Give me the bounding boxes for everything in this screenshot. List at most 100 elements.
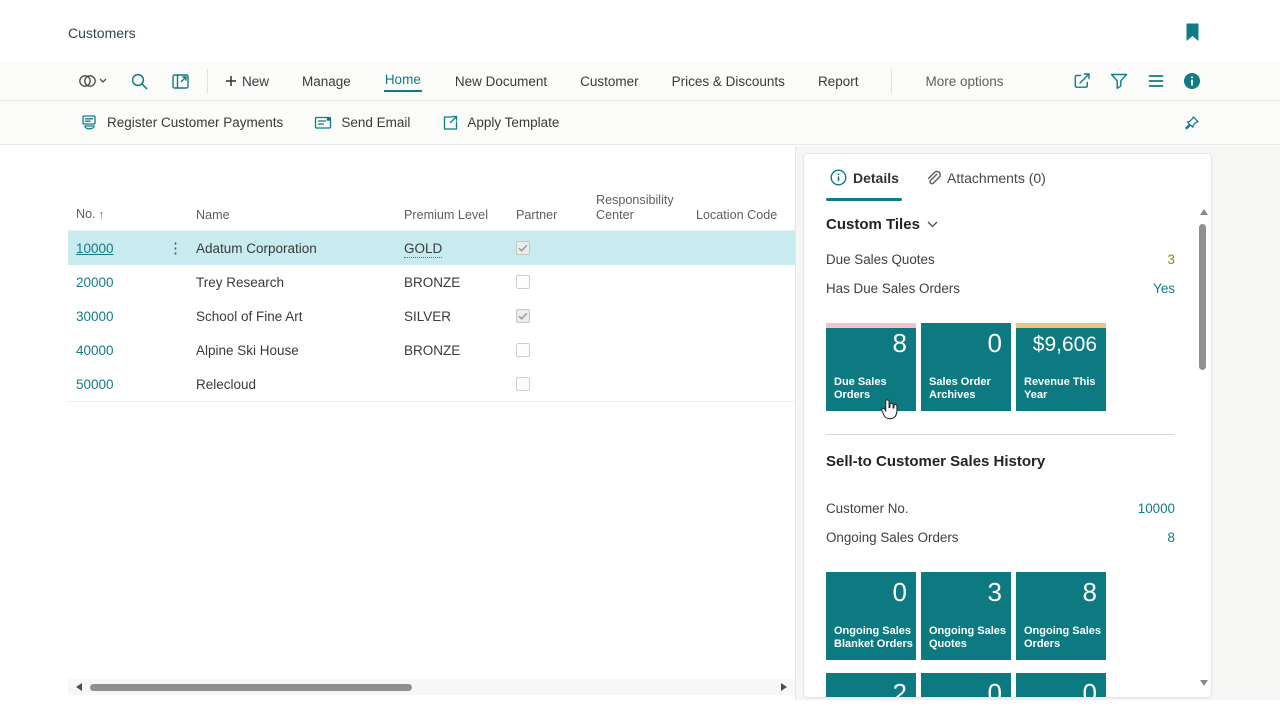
info-icon[interactable]	[1183, 72, 1201, 90]
section-divider	[826, 434, 1175, 435]
search-icon[interactable]	[130, 72, 149, 91]
cue-tile-group-partial: 2 0 0	[826, 673, 1106, 698]
cue-tile-ongoing-sales-orders[interactable]: 8 Ongoing Sales Orders	[1016, 572, 1106, 660]
filter-icon[interactable]	[1109, 71, 1129, 91]
partner-checkbox[interactable]	[516, 309, 530, 323]
tab-attachments[interactable]: Attachments (0)	[947, 170, 1046, 186]
factbox-scroll-up-arrow[interactable]	[1200, 209, 1208, 215]
list-factbox-divider	[795, 146, 796, 700]
active-tab-indicator	[826, 198, 902, 201]
customer-no-link[interactable]: 50000	[76, 377, 114, 392]
cue-tile[interactable]: 2	[826, 673, 916, 698]
toolbar-divider	[207, 69, 208, 93]
premium-level-cell: SILVER	[404, 309, 508, 324]
toolbar-divider	[891, 69, 892, 93]
menu-manage[interactable]: Manage	[302, 74, 351, 89]
send-email-button[interactable]: Send Email	[313, 113, 410, 132]
bottom-bar	[0, 700, 1280, 720]
customer-no-link[interactable]: 30000	[76, 309, 114, 324]
menu-new[interactable]: New	[225, 74, 269, 89]
focus-mode-icon[interactable]	[171, 72, 190, 91]
ongoing-sales-orders-value[interactable]: 8	[1168, 530, 1175, 545]
cue-tile-ongoing-blanket-orders[interactable]: 0 Ongoing Sales Blanket Orders	[826, 572, 916, 660]
row-options-icon[interactable]: ⋮	[168, 241, 196, 256]
details-info-icon	[830, 169, 847, 186]
table-row[interactable]: 40000 Alpine Ski House BRONZE	[68, 333, 795, 368]
customer-name-cell: Adatum Corporation	[196, 241, 404, 256]
column-header-responsibility-center[interactable]: Responsibility Center	[588, 193, 688, 222]
has-due-sales-orders-value[interactable]: Yes	[1153, 281, 1175, 296]
business-central-window: Customers	[0, 0, 1280, 720]
due-sales-quotes-value[interactable]: 3	[1168, 252, 1175, 267]
premium-level-cell: BRONZE	[404, 343, 508, 358]
customer-name-cell: School of Fine Art	[196, 309, 404, 324]
column-header-no[interactable]: No.↑	[68, 207, 168, 222]
column-header-location-code[interactable]: Location Code	[688, 208, 795, 222]
cue-tile[interactable]: 0	[1016, 673, 1106, 698]
column-header-premium-level[interactable]: Premium Level	[404, 208, 508, 222]
partner-checkbox[interactable]	[516, 275, 530, 289]
sort-ascending-icon: ↑	[99, 209, 105, 221]
share-icon[interactable]	[1072, 71, 1092, 91]
factbox-scrollbar-thumb[interactable]	[1199, 224, 1206, 370]
list-view-icon[interactable]	[1146, 71, 1166, 91]
premium-level-cell: BRONZE	[404, 275, 508, 290]
list-header-row: No.↑ Name Premium Level Partner Responsi…	[68, 185, 795, 231]
menu-new-document[interactable]: New Document	[455, 74, 547, 89]
factbox-scroll-down-arrow[interactable]	[1200, 680, 1208, 686]
column-header-name[interactable]: Name	[196, 208, 404, 222]
premium-level-cell[interactable]: GOLD	[404, 241, 442, 258]
customer-name-cell: Relecloud	[196, 377, 404, 392]
factbox-panel: Details Attachments (0) Custom Tiles Due…	[803, 153, 1212, 698]
partner-checkbox[interactable]	[516, 343, 530, 357]
column-header-partner[interactable]: Partner	[508, 208, 588, 222]
payments-icon	[80, 113, 99, 132]
apply-template-icon	[440, 113, 459, 132]
cue-tile-sales-order-archives[interactable]: 0 Sales Order Archives	[921, 323, 1011, 411]
horizontal-scrollbar-thumb[interactable]	[90, 684, 412, 691]
menu-home[interactable]: Home	[384, 70, 422, 92]
action-menu: New Manage Home New Document Customer Pr…	[225, 69, 1004, 93]
plus-icon	[225, 75, 237, 87]
cue-tile[interactable]: 0	[921, 673, 1011, 698]
menu-report[interactable]: Report	[818, 74, 859, 89]
apply-template-button[interactable]: Apply Template	[440, 113, 559, 132]
bookmark-icon[interactable]	[1185, 23, 1200, 42]
section-header-sales-history[interactable]: Sell-to Customer Sales History	[826, 453, 1045, 470]
table-row[interactable]: 20000 Trey Research BRONZE	[68, 265, 795, 300]
toolbar-icon-cluster	[78, 72, 190, 91]
scroll-right-arrow[interactable]	[781, 683, 787, 691]
partner-checkbox[interactable]	[516, 241, 530, 255]
field-row: Due Sales Quotes 3	[826, 252, 1175, 267]
chevron-down-icon	[927, 221, 938, 228]
customer-no-link[interactable]: 10000	[76, 241, 114, 256]
pin-icon[interactable]	[1182, 115, 1200, 133]
cue-tile-ongoing-sales-quotes[interactable]: 3 Ongoing Sales Quotes	[921, 572, 1011, 660]
cue-tile-due-sales-orders[interactable]: 8 Due Sales Orders	[826, 323, 916, 411]
table-row[interactable]: 30000 School of Fine Art SILVER	[68, 299, 795, 334]
menu-more-options[interactable]: More options	[925, 74, 1003, 89]
section-header-custom-tiles[interactable]: Custom Tiles	[826, 216, 938, 233]
switch-view-icon[interactable]	[78, 72, 108, 90]
horizontal-scrollbar[interactable]	[68, 679, 795, 695]
title-bar: Customers	[0, 0, 1280, 63]
customer-no-value[interactable]: 10000	[1138, 501, 1175, 516]
email-icon	[313, 113, 333, 132]
customer-no-link[interactable]: 40000	[76, 343, 114, 358]
menu-customer[interactable]: Customer	[580, 74, 639, 89]
cue-tile-group: 8 Due Sales Orders 0 Sales Order Archive…	[826, 323, 1106, 411]
cue-tile-revenue-this-year[interactable]: $9,606 Revenue This Year	[1016, 323, 1106, 411]
scroll-left-arrow[interactable]	[76, 683, 82, 691]
register-customer-payments-button[interactable]: Register Customer Payments	[80, 113, 283, 132]
customer-no-link[interactable]: 20000	[76, 275, 114, 290]
partner-checkbox[interactable]	[516, 377, 530, 391]
field-row: Has Due Sales Orders Yes	[826, 281, 1175, 296]
table-row[interactable]: 50000 Relecloud	[68, 367, 795, 402]
content-area: No.↑ Name Premium Level Partner Responsi…	[0, 146, 1280, 700]
promoted-action-bar: Register Customer Payments Send Email Ap…	[0, 101, 1280, 145]
tile-status-stripe	[1016, 323, 1106, 328]
table-row[interactable]: 10000 ⋮ Adatum Corporation GOLD	[68, 231, 795, 266]
paperclip-icon	[923, 169, 941, 187]
menu-prices-discounts[interactable]: Prices & Discounts	[672, 74, 785, 89]
tab-details[interactable]: Details	[853, 170, 899, 186]
